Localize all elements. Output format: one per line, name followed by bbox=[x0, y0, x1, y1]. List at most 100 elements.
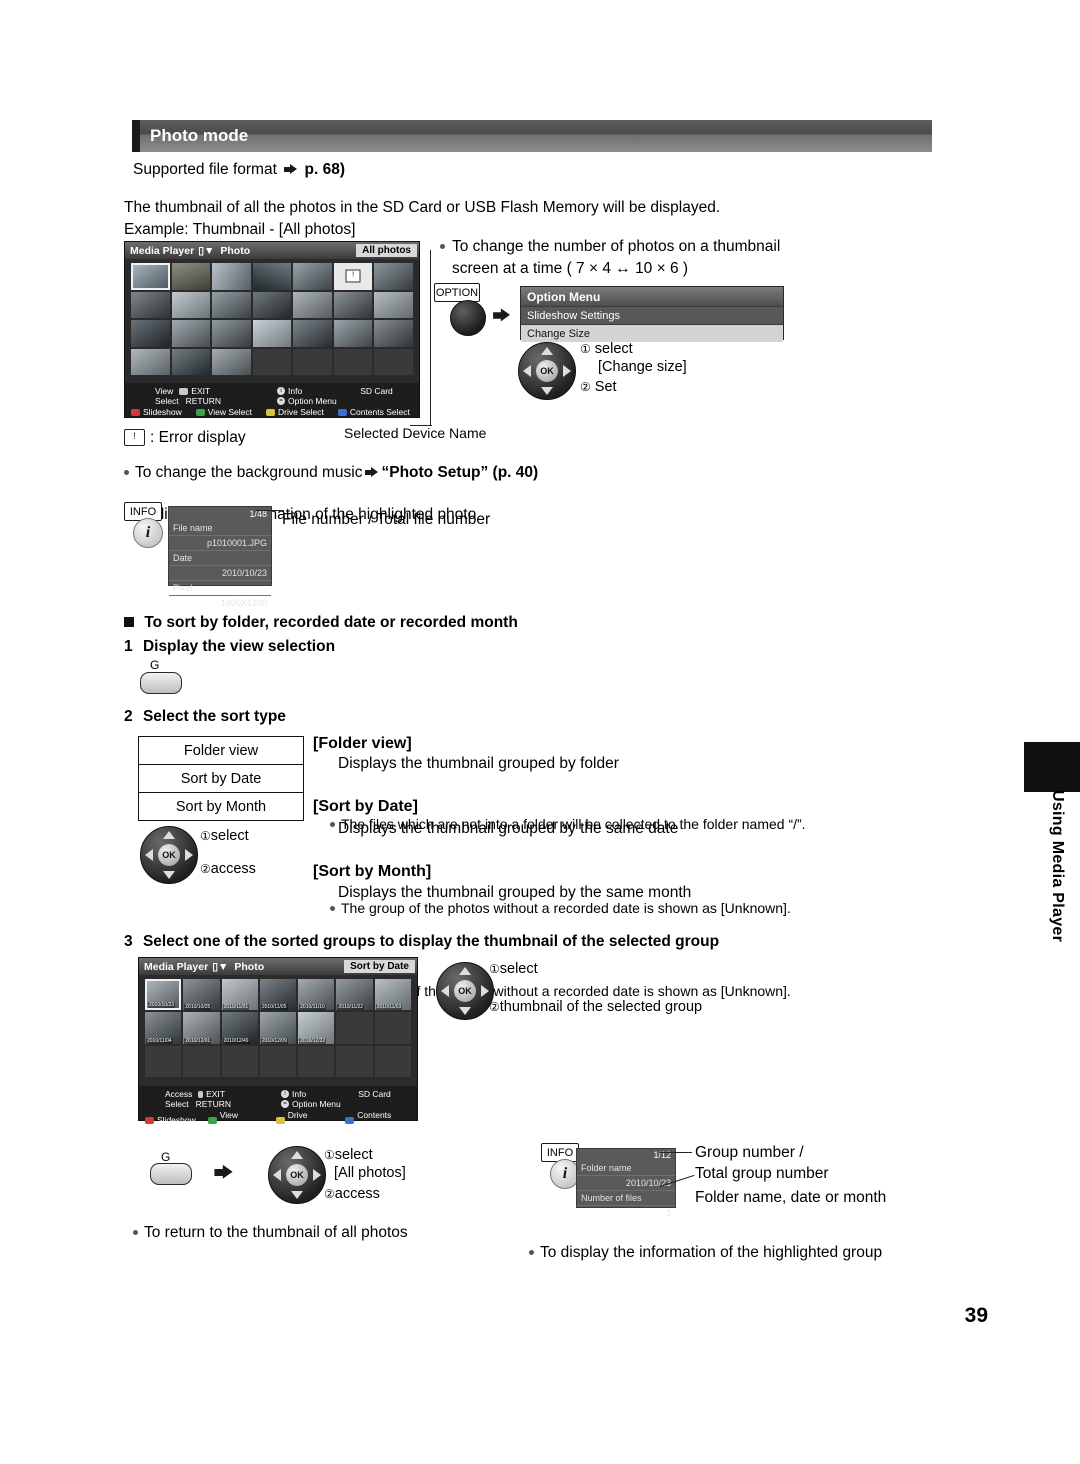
dpad-sort[interactable]: OK bbox=[140, 826, 198, 884]
thumbnail-cell[interactable] bbox=[252, 320, 292, 347]
thumbnail-cell[interactable] bbox=[374, 320, 413, 347]
footer2-slideshow: Slideshow bbox=[145, 1110, 196, 1130]
dpad-right-icon[interactable] bbox=[313, 1169, 321, 1181]
thumbnail-cell[interactable] bbox=[252, 263, 292, 290]
dpad-right-icon[interactable] bbox=[185, 849, 193, 861]
group-cell-empty[interactable] bbox=[374, 1045, 411, 1077]
g-button[interactable] bbox=[140, 672, 182, 694]
ok-button[interactable]: OK bbox=[158, 844, 180, 866]
sort-option-sort-by-date[interactable]: Sort by Date bbox=[139, 765, 303, 793]
ok-button[interactable]: OK bbox=[454, 980, 476, 1002]
group-cell-empty[interactable] bbox=[221, 1045, 258, 1077]
group-cell[interactable]: 2010/10/25 bbox=[183, 979, 220, 1011]
thumbnail-cell[interactable] bbox=[374, 291, 413, 318]
group-cell[interactable]: 2010/11/04 bbox=[145, 1012, 182, 1044]
dpad-up-icon[interactable] bbox=[541, 347, 553, 355]
dpad-step3[interactable]: OK bbox=[436, 962, 494, 1020]
group-cell[interactable]: 2010/11/03 bbox=[374, 979, 411, 1011]
dpad-right-icon[interactable] bbox=[481, 985, 489, 997]
thumbnail-cell[interactable] bbox=[131, 320, 170, 347]
option-menu-panel[interactable]: Option Menu Slideshow Settings Change Si… bbox=[520, 286, 784, 342]
option-menu-item-change-size[interactable]: Change Size bbox=[521, 324, 783, 342]
group-cell-empty[interactable] bbox=[259, 1045, 297, 1077]
option-button[interactable]: OPTION bbox=[434, 283, 480, 302]
page-title: Photo mode bbox=[132, 120, 932, 152]
screen1-thumb-grid[interactable]: ! bbox=[131, 263, 413, 375]
thumbnail-cell-empty[interactable] bbox=[333, 348, 373, 375]
thumbnail-cell-empty[interactable] bbox=[374, 348, 413, 375]
green-key-icon bbox=[195, 408, 205, 416]
thumbnail-cell-error[interactable]: ! bbox=[333, 263, 373, 290]
group-cell[interactable]: 2010/12/22 bbox=[298, 1012, 335, 1044]
group-cell[interactable]: 2010/12/49 bbox=[221, 1012, 258, 1044]
screen2-group-grid[interactable]: 2010/10/23 2010/10/25 2010/11/01 2010/11… bbox=[145, 979, 411, 1077]
dpad-left-icon[interactable] bbox=[441, 985, 449, 997]
sort-option-sort-by-month[interactable]: Sort by Month bbox=[139, 793, 303, 820]
thumbnail-cell[interactable] bbox=[131, 348, 170, 375]
thumbnail-cell[interactable] bbox=[293, 263, 332, 290]
thumbnail-cell[interactable] bbox=[212, 291, 251, 318]
leader-line bbox=[660, 1152, 692, 1153]
dpad-left-icon[interactable] bbox=[273, 1169, 281, 1181]
group-cell-empty[interactable] bbox=[145, 1045, 182, 1077]
dpad-right-icon[interactable] bbox=[563, 365, 571, 377]
blue-key-icon bbox=[337, 408, 347, 416]
dpad-option[interactable]: OK bbox=[518, 342, 576, 400]
dpad-down-icon[interactable] bbox=[459, 1007, 471, 1015]
option-knob[interactable] bbox=[450, 300, 486, 336]
dpad-bottom[interactable]: OK bbox=[268, 1146, 326, 1204]
ok-button[interactable]: OK bbox=[286, 1164, 308, 1186]
group-cell-empty[interactable] bbox=[183, 1045, 220, 1077]
footer-sdcard: SD Card bbox=[360, 386, 393, 396]
thumbnail-cell[interactable] bbox=[171, 348, 211, 375]
thumbnail-cell[interactable] bbox=[171, 263, 211, 290]
footer2-info: i Info bbox=[281, 1089, 306, 1099]
dpad-up-icon[interactable] bbox=[291, 1151, 303, 1159]
group-cell-empty[interactable] bbox=[336, 1045, 373, 1077]
sort-type-list[interactable]: Folder view Sort by Date Sort by Month bbox=[138, 736, 304, 821]
thumbnail-cell[interactable] bbox=[374, 263, 413, 290]
thumbnail-cell-empty[interactable] bbox=[252, 348, 292, 375]
option-menu-item-slideshow-settings[interactable]: Slideshow Settings bbox=[521, 306, 783, 324]
dpad-down-icon[interactable] bbox=[541, 387, 553, 395]
group-cell[interactable]: 2010/11/01 bbox=[221, 979, 258, 1011]
group-cell[interactable]: 2010/11/22 bbox=[336, 979, 373, 1011]
dpad-left-icon[interactable] bbox=[523, 365, 531, 377]
group-cell[interactable]: 2010/12/09 bbox=[259, 1012, 297, 1044]
thumbnail-cell[interactable] bbox=[212, 320, 251, 347]
document-page: Photo mode Supported file format p. 68) … bbox=[0, 0, 1080, 1464]
group-cell[interactable]: 2010/10/23 bbox=[145, 979, 182, 1011]
option-step1: ① select bbox=[580, 341, 633, 357]
sort-option-folder-view[interactable]: Folder view bbox=[139, 737, 303, 765]
g-button-2[interactable] bbox=[150, 1163, 192, 1185]
group-cell[interactable]: 2010/11/05 bbox=[259, 979, 297, 1011]
thumbnail-cell[interactable] bbox=[131, 263, 170, 290]
ok-button[interactable]: OK bbox=[536, 360, 558, 382]
dpad-up-icon[interactable] bbox=[459, 967, 471, 975]
step3-thumb: ②thumbnail of the selected group bbox=[489, 999, 703, 1015]
group-cell-empty[interactable] bbox=[336, 1012, 373, 1044]
thumbnail-cell[interactable] bbox=[252, 291, 292, 318]
thumbnail-cell[interactable] bbox=[171, 291, 211, 318]
thumbnail-cell[interactable] bbox=[171, 320, 211, 347]
thumbnail-cell[interactable] bbox=[212, 348, 251, 375]
info-row-pixel-value: 1600X1200 bbox=[220, 598, 267, 608]
group-cell-empty[interactable] bbox=[298, 1045, 335, 1077]
thumbnail-cell[interactable] bbox=[293, 291, 332, 318]
square-bullet-icon bbox=[124, 617, 134, 627]
dpad-up-icon[interactable] bbox=[163, 831, 175, 839]
dpad-down-icon[interactable] bbox=[163, 871, 175, 879]
dpad-down-icon[interactable] bbox=[291, 1191, 303, 1199]
thumbnail-cell[interactable] bbox=[333, 291, 373, 318]
dpad-left-icon[interactable] bbox=[145, 849, 153, 861]
thumbnail-cell[interactable] bbox=[212, 263, 251, 290]
step3-select: ①select bbox=[489, 961, 538, 977]
thumbnail-cell-empty[interactable] bbox=[293, 348, 332, 375]
group-cell[interactable]: 2010/11/10 bbox=[298, 979, 335, 1011]
group-cell[interactable]: 2010/12/01 bbox=[183, 1012, 220, 1044]
change-number-bullet-2: screen at a time ( 7 × 4 ↔ 10 × 6 ) bbox=[452, 260, 689, 277]
thumbnail-cell[interactable] bbox=[333, 320, 373, 347]
group-cell-empty[interactable] bbox=[374, 1012, 411, 1044]
thumbnail-cell[interactable] bbox=[131, 291, 170, 318]
thumbnail-cell[interactable] bbox=[293, 320, 332, 347]
